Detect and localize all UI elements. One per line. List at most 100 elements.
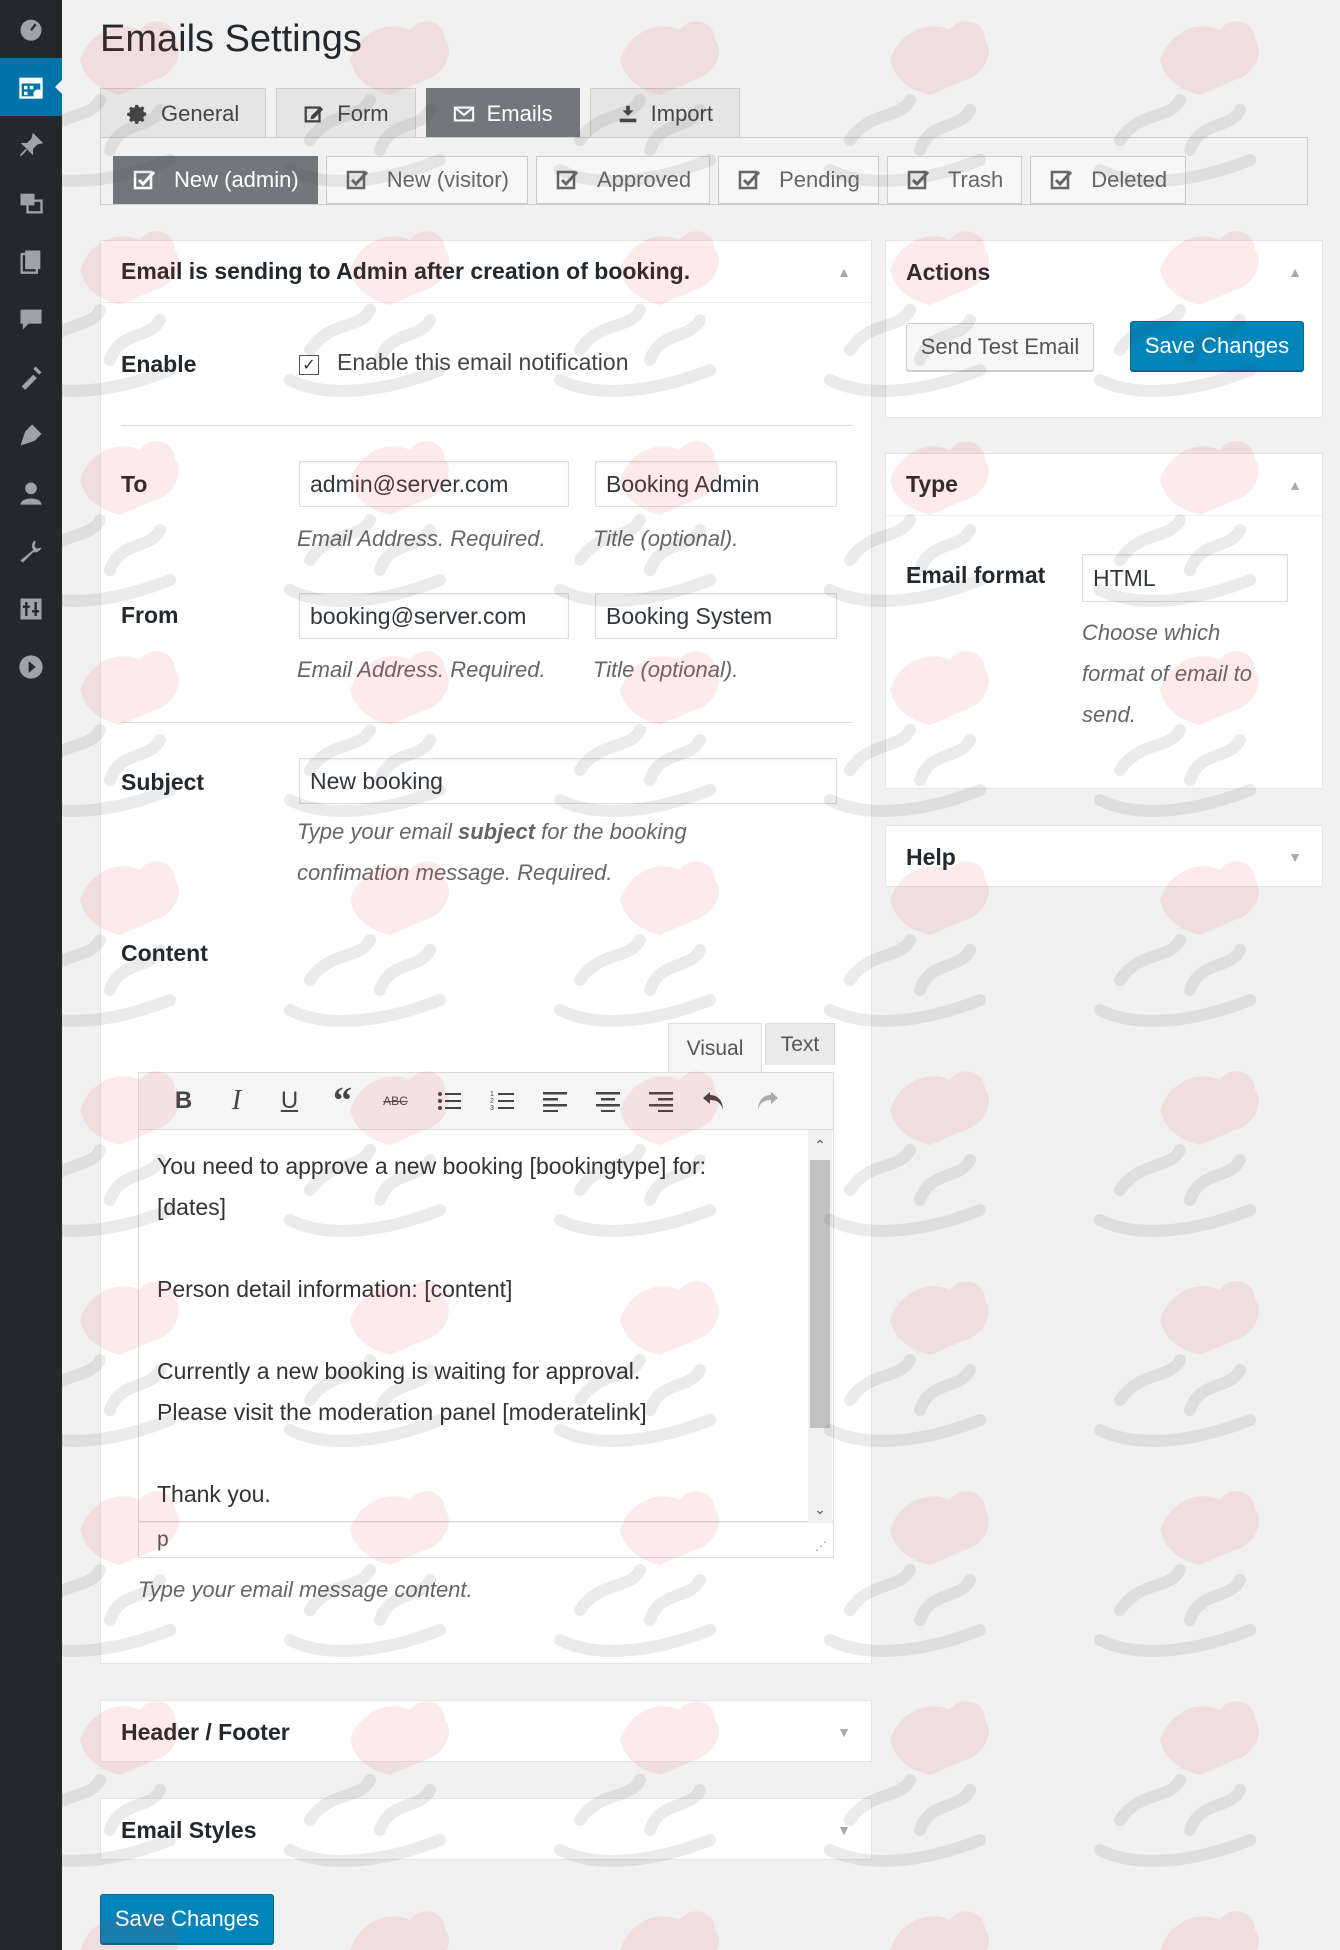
from-title-input[interactable]: Booking System: [595, 593, 837, 639]
subtab-deleted[interactable]: Deleted: [1030, 156, 1187, 204]
subtab-new-admin[interactable]: New (admin): [113, 156, 318, 204]
align-left-icon[interactable]: [528, 1081, 581, 1121]
editor-scrollbar[interactable]: ⌃ ⌄: [808, 1130, 832, 1522]
box-header[interactable]: Email Styles ▼: [101, 1799, 871, 1861]
from-label: From: [121, 602, 179, 628]
settings-icon[interactable]: [0, 580, 62, 638]
checkbox-edit-icon: [133, 170, 156, 190]
blockquote-icon[interactable]: “: [316, 1080, 369, 1122]
gear-icon: [127, 104, 147, 124]
box-header[interactable]: Help ▼: [886, 826, 1322, 888]
to-email-input[interactable]: admin@server.com: [299, 461, 569, 507]
svg-text:1: 1: [490, 1091, 494, 1098]
numbered-list-icon[interactable]: 123: [475, 1081, 528, 1121]
subject-desc-text: Type your email: [297, 819, 452, 844]
pin-icon[interactable]: [0, 116, 62, 174]
tab-emails[interactable]: Emails: [425, 88, 580, 138]
expand-arrow-icon[interactable]: ▼: [837, 1822, 851, 1838]
enable-checkbox-label: Enable this email notification: [337, 349, 629, 375]
subtab-new-visitor[interactable]: New (visitor): [325, 156, 528, 204]
content-line: Thank you.: [157, 1481, 271, 1507]
collapse-arrow-icon[interactable]: ▲: [1288, 264, 1302, 280]
collapse-arrow-icon[interactable]: ▲: [837, 264, 851, 280]
comments-icon[interactable]: [0, 290, 62, 348]
editor-tab-text[interactable]: Text: [765, 1023, 835, 1065]
box-header[interactable]: Header / Footer ▼: [101, 1701, 871, 1763]
subtab-pending[interactable]: Pending: [718, 156, 879, 204]
subtab-label: Trash: [947, 167, 1004, 192]
box-title: Email is sending to Admin after creation…: [121, 258, 691, 284]
enable-checkbox[interactable]: ✓: [299, 355, 319, 375]
scroll-down-icon[interactable]: ⌄: [808, 1498, 832, 1520]
subject-input[interactable]: New booking: [299, 758, 837, 804]
redo-icon[interactable]: [740, 1081, 793, 1121]
align-right-icon[interactable]: [634, 1081, 687, 1121]
tools-icon[interactable]: [0, 522, 62, 580]
from-email-input[interactable]: booking@server.com: [299, 593, 569, 639]
calendar-icon[interactable]: [0, 58, 63, 116]
bottom-save-changes-button[interactable]: Save Changes: [100, 1894, 274, 1944]
bold-icon[interactable]: B: [157, 1081, 210, 1121]
box-title: Help: [906, 843, 956, 870]
media-icon[interactable]: [0, 174, 62, 232]
expand-arrow-icon[interactable]: ▼: [1288, 849, 1302, 865]
content-line: [157, 1433, 777, 1474]
email-format-select[interactable]: HTML: [1082, 554, 1288, 602]
plugins-icon[interactable]: [0, 406, 62, 464]
scrollbar-thumb[interactable]: [810, 1160, 830, 1428]
page-title: Emails Settings: [100, 18, 362, 60]
to-email-desc: Email Address. Required.: [297, 526, 546, 551]
email-format-label: Email format: [906, 562, 1046, 588]
subtab-approved[interactable]: Approved: [535, 156, 711, 204]
button-label: Save Changes: [1144, 333, 1290, 358]
button-label: Send Test Email: [920, 334, 1080, 359]
resize-handle-icon[interactable]: ⋰: [815, 1539, 827, 1553]
checkbox-edit-icon: [556, 170, 579, 190]
checkbox-edit-icon: [346, 170, 368, 190]
import-icon: [619, 105, 636, 122]
subject-desc-bold: subject: [458, 819, 536, 844]
save-changes-button[interactable]: Save Changes: [1130, 321, 1304, 371]
align-center-icon[interactable]: [581, 1081, 634, 1121]
tab-general[interactable]: General: [100, 88, 267, 138]
tab-import[interactable]: Import: [589, 88, 740, 138]
box-header[interactable]: Email is sending to Admin after creation…: [101, 241, 871, 303]
content-line: Please visit the moderation panel [moder…: [157, 1399, 647, 1425]
button-label: Save Changes: [114, 1906, 260, 1931]
box-header[interactable]: Actions ▲: [886, 241, 1322, 303]
scroll-up-icon[interactable]: ⌃: [808, 1134, 832, 1156]
element-path[interactable]: p: [157, 1528, 169, 1552]
pages-icon[interactable]: [0, 232, 62, 290]
desc-line: Choose which: [1082, 620, 1221, 645]
editor-tab-visual[interactable]: Visual: [668, 1023, 762, 1073]
subject-desc: Type your email subject for the booking …: [297, 811, 837, 893]
subtab-trash[interactable]: Trash: [886, 156, 1023, 204]
bullet-list-icon[interactable]: [422, 1081, 475, 1121]
tab-label: Form: [337, 100, 389, 126]
content-line: [dates]: [157, 1194, 227, 1220]
desc-line: format of email to: [1082, 661, 1252, 686]
undo-icon[interactable]: [687, 1081, 740, 1121]
subtab-label: Approved: [596, 167, 692, 192]
send-test-email-button[interactable]: Send Test Email: [906, 323, 1094, 371]
underline-icon[interactable]: U: [263, 1081, 316, 1121]
to-title-input[interactable]: Booking Admin: [595, 461, 837, 507]
strikethrough-icon[interactable]: ABC: [369, 1081, 422, 1121]
expand-arrow-icon[interactable]: ▼: [837, 1724, 851, 1740]
email-content-editor[interactable]: You need to approve a new booking [booki…: [138, 1130, 834, 1522]
collapse-arrow-icon[interactable]: ▲: [1288, 477, 1302, 493]
tab-label: Emails: [486, 100, 553, 126]
email-styles-box: Email Styles ▼: [100, 1798, 872, 1860]
main-content: Emails Settings General Form Emails Impo…: [62, 0, 1340, 1950]
dashboard-icon[interactable]: [0, 0, 62, 58]
main-tabs: General Form Emails Import: [100, 88, 740, 138]
play-icon[interactable]: [0, 638, 62, 696]
box-header[interactable]: Type ▲: [886, 454, 1322, 516]
editor-content[interactable]: You need to approve a new booking [booki…: [157, 1146, 777, 1515]
box-title: Email Styles: [121, 1816, 257, 1843]
italic-icon[interactable]: I: [210, 1081, 263, 1121]
tab-form[interactable]: Form: [276, 88, 416, 138]
box-title: Type: [906, 471, 958, 497]
users-icon[interactable]: [0, 464, 62, 522]
appearance-icon[interactable]: [0, 348, 62, 406]
